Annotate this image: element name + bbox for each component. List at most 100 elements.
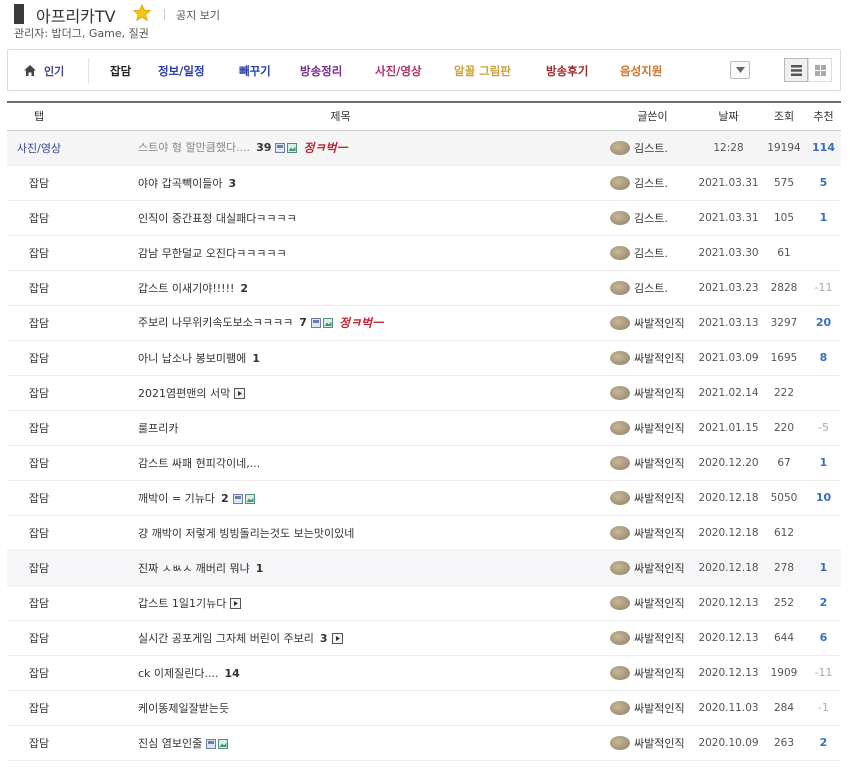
post-writer[interactable]: 김스트. bbox=[634, 282, 668, 295]
post-tab[interactable]: 잡담 bbox=[7, 270, 71, 306]
table-row[interactable]: 잡담 ck 이제질린다.... 14 싸발적인직 2020.12.13 1909 -11 bbox=[7, 655, 841, 691]
post-title-cell[interactable]: 갑스트 1일1기뉴다 bbox=[71, 585, 610, 621]
table-row[interactable]: 잡담 진짜 ㅅㅄㅅ 깨버리 뭐냐 1 싸발적인직 2020.12.18 278 1 bbox=[7, 550, 841, 586]
post-writer-cell[interactable]: 싸발적인직 bbox=[610, 340, 695, 376]
comment-count[interactable]: 3 bbox=[228, 177, 236, 190]
post-writer-cell[interactable]: 싸발적인직 bbox=[610, 375, 695, 411]
post-writer-cell[interactable]: 김스트. bbox=[610, 270, 695, 306]
post-title-cell[interactable]: 인직이 중간표정 대실패다ㅋㅋㅋㅋ bbox=[71, 200, 610, 236]
post-title-cell[interactable]: 야야 갑곡빽이들아 3 bbox=[71, 165, 610, 201]
post-writer[interactable]: 싸발적인직 bbox=[634, 352, 685, 365]
post-tab[interactable]: 잡담 bbox=[7, 585, 71, 621]
table-row[interactable]: 사진/영상 스트야 형 할만큼했다.... 39 정ㅋ벅ㅡ 김스트. 12:28 19194… bbox=[7, 130, 841, 166]
post-writer[interactable]: 싸발적인직 bbox=[634, 702, 685, 715]
post-title-cell[interactable]: 케이똥제일잘받는듯 bbox=[71, 690, 610, 726]
post-writer-cell[interactable]: 싸발적인직 bbox=[610, 480, 695, 516]
post-tab[interactable]: 잡담 bbox=[7, 235, 71, 271]
post-writer-cell[interactable]: 싸발적인직 bbox=[610, 515, 695, 551]
post-title[interactable]: 주보리 나무위키속도보소ㅋㅋㅋㅋ bbox=[138, 316, 293, 329]
comment-count[interactable]: 39 bbox=[256, 141, 271, 154]
post-title[interactable]: 실시간 공포게임 그자체 버린이 주보리 bbox=[138, 632, 314, 645]
post-title[interactable]: 스트야 형 할만큼했다.... bbox=[138, 141, 250, 154]
table-row[interactable]: 잡담 실시간 공포게임 그자체 버린이 주보리 3 싸발적인직 2020.12.13 64… bbox=[7, 620, 841, 656]
post-title-cell[interactable]: 스트야 형 할만큼했다.... 39 정ㅋ벅ㅡ bbox=[71, 130, 610, 166]
post-title[interactable]: 감남 무한덜교 오진다ㅋㅋㅋㅋㅋ bbox=[138, 247, 287, 260]
post-title-cell[interactable]: 감남 무한덜교 오진다ㅋㅋㅋㅋㅋ bbox=[71, 235, 610, 271]
post-writer[interactable]: 싸발적인직 bbox=[634, 632, 685, 645]
tab-photo-video[interactable]: 사진/영상 bbox=[375, 63, 422, 79]
post-writer-cell[interactable]: 싸발적인직 bbox=[610, 690, 695, 726]
table-row[interactable]: 잡담 2021염편맨의 서막 싸발적인직 2021.02.14 222 bbox=[7, 375, 841, 411]
post-tab[interactable]: 잡담 bbox=[7, 690, 71, 726]
post-writer[interactable]: 싸발적인직 bbox=[634, 737, 685, 750]
post-tab[interactable]: 잡담 bbox=[7, 410, 71, 446]
tab-broadcast-review[interactable]: 방송후기 bbox=[546, 63, 588, 79]
grid-view-button[interactable] bbox=[808, 58, 832, 82]
star-icon[interactable] bbox=[133, 4, 151, 22]
post-title[interactable]: 케이똥제일잘받는듯 bbox=[138, 702, 229, 715]
post-writer-cell[interactable]: 싸발적인직 bbox=[610, 655, 695, 691]
post-tab[interactable]: 잡담 bbox=[7, 305, 71, 341]
tab-popular[interactable]: 인기 bbox=[24, 63, 64, 79]
post-writer-cell[interactable]: 싸발적인직 bbox=[610, 725, 695, 761]
post-tab[interactable]: 잡담 bbox=[7, 550, 71, 586]
post-writer-cell[interactable]: 김스트. bbox=[610, 235, 695, 271]
post-writer-cell[interactable]: 싸발적인직 bbox=[610, 445, 695, 481]
post-writer[interactable]: 싸발적인직 bbox=[634, 457, 685, 470]
post-title[interactable]: 갑스트 1일1기뉴다 bbox=[138, 597, 226, 610]
post-writer[interactable]: 싸발적인직 bbox=[634, 492, 685, 505]
post-writer-cell[interactable]: 싸발적인직 bbox=[610, 585, 695, 621]
post-title[interactable]: ck 이제질린다.... bbox=[138, 667, 219, 680]
post-tab[interactable]: 잡담 bbox=[7, 165, 71, 201]
post-tab[interactable]: 잡담 bbox=[7, 445, 71, 481]
post-title[interactable]: 걍 깨박이 저렇게 빙빙돌리는것도 보는맛이있네 bbox=[138, 527, 354, 540]
post-writer[interactable]: 싸발적인직 bbox=[634, 422, 685, 435]
gallery-title[interactable]: 아프리카TV bbox=[36, 3, 116, 27]
table-row[interactable]: 잡담 갑스트 1일1기뉴다 싸발적인직 2020.12.13 252 2 bbox=[7, 585, 841, 621]
table-row[interactable]: 잡담 야야 갑곡빽이들아 3 김스트. 2021.03.31 575 5 bbox=[7, 165, 841, 201]
post-writer[interactable]: 김스트. bbox=[634, 177, 668, 190]
comment-count[interactable]: 14 bbox=[225, 667, 240, 680]
post-writer-cell[interactable]: 싸발적인직 bbox=[610, 550, 695, 586]
post-writer[interactable]: 김스트. bbox=[634, 247, 668, 260]
post-title[interactable]: 진짜 ㅅㅄㅅ 깨버리 뭐냐 bbox=[138, 562, 250, 575]
table-row[interactable]: 잡담 룰프리카 싸발적인직 2021.01.15 220 -5 bbox=[7, 410, 841, 446]
post-title-cell[interactable]: 갑스트 이새기야!!!!! 2 bbox=[71, 270, 610, 306]
table-row[interactable]: 잡담 갑스트 이새기야!!!!! 2 김스트. 2021.03.23 2828 -11 bbox=[7, 270, 841, 306]
post-title-cell[interactable]: 감스트 싸패 현피각이네,... bbox=[71, 445, 610, 481]
post-title[interactable]: 2021염편맨의 서막 bbox=[138, 387, 230, 400]
tab-info[interactable]: 정보/일정 bbox=[158, 63, 205, 79]
post-title-cell[interactable]: 깨박이 = 기뉴다 2 bbox=[71, 480, 610, 516]
comment-count[interactable]: 2 bbox=[221, 492, 229, 505]
post-writer[interactable]: 김스트. bbox=[634, 212, 668, 225]
post-title[interactable]: 감스트 싸패 현피각이네,... bbox=[138, 457, 260, 470]
post-writer-cell[interactable]: 김스트. bbox=[610, 200, 695, 236]
post-tab[interactable]: 잡담 bbox=[7, 340, 71, 376]
comment-count[interactable]: 3 bbox=[320, 632, 328, 645]
post-writer[interactable]: 싸발적인직 bbox=[634, 387, 685, 400]
table-row[interactable]: 잡담 케이똥제일잘받는듯 싸발적인직 2020.11.03 284 -1 bbox=[7, 690, 841, 726]
table-row[interactable]: 잡담 진심 염보인줄 싸발적인직 2020.10.09 263 2 bbox=[7, 725, 841, 761]
post-tab[interactable]: 잡담 bbox=[7, 725, 71, 761]
table-row[interactable]: 잡담 인직이 중간표정 대실패다ㅋㅋㅋㅋ 김스트. 2021.03.31 105 1 bbox=[7, 200, 841, 236]
post-title-cell[interactable]: 실시간 공포게임 그자체 버린이 주보리 3 bbox=[71, 620, 610, 656]
post-writer[interactable]: 싸발적인직 bbox=[634, 562, 685, 575]
post-title[interactable]: 갑스트 이새기야!!!!! bbox=[138, 282, 234, 295]
table-row[interactable]: 잡담 감스트 싸패 현피각이네,... 싸발적인직 2020.12.20 67 1 bbox=[7, 445, 841, 481]
post-tab[interactable]: 잡담 bbox=[7, 375, 71, 411]
post-tab[interactable]: 잡담 bbox=[7, 515, 71, 551]
post-title[interactable]: 깨박이 = 기뉴다 bbox=[138, 492, 215, 505]
post-title-cell[interactable]: 진심 염보인줄 bbox=[71, 725, 610, 761]
post-tab[interactable]: 잡담 bbox=[7, 620, 71, 656]
post-title-cell[interactable]: 2021염편맨의 서막 bbox=[71, 375, 610, 411]
post-title[interactable]: 야야 갑곡빽이들아 bbox=[138, 177, 222, 190]
tab-broadcast-summary[interactable]: 방송정리 bbox=[300, 63, 342, 79]
comment-count[interactable]: 7 bbox=[299, 316, 307, 329]
comment-count[interactable]: 1 bbox=[256, 562, 264, 575]
tab-chat[interactable]: 잡담 bbox=[110, 63, 131, 79]
post-title[interactable]: 아니 납소나 봉보미팸에 bbox=[138, 352, 246, 365]
tab-voice-support[interactable]: 음성지원 bbox=[620, 63, 662, 79]
post-title[interactable]: 인직이 중간표정 대실패다ㅋㅋㅋㅋ bbox=[138, 212, 297, 225]
post-writer-cell[interactable]: 김스트. bbox=[610, 130, 695, 166]
tab-bbakkugi[interactable]: 빼꾸기 bbox=[239, 63, 271, 79]
